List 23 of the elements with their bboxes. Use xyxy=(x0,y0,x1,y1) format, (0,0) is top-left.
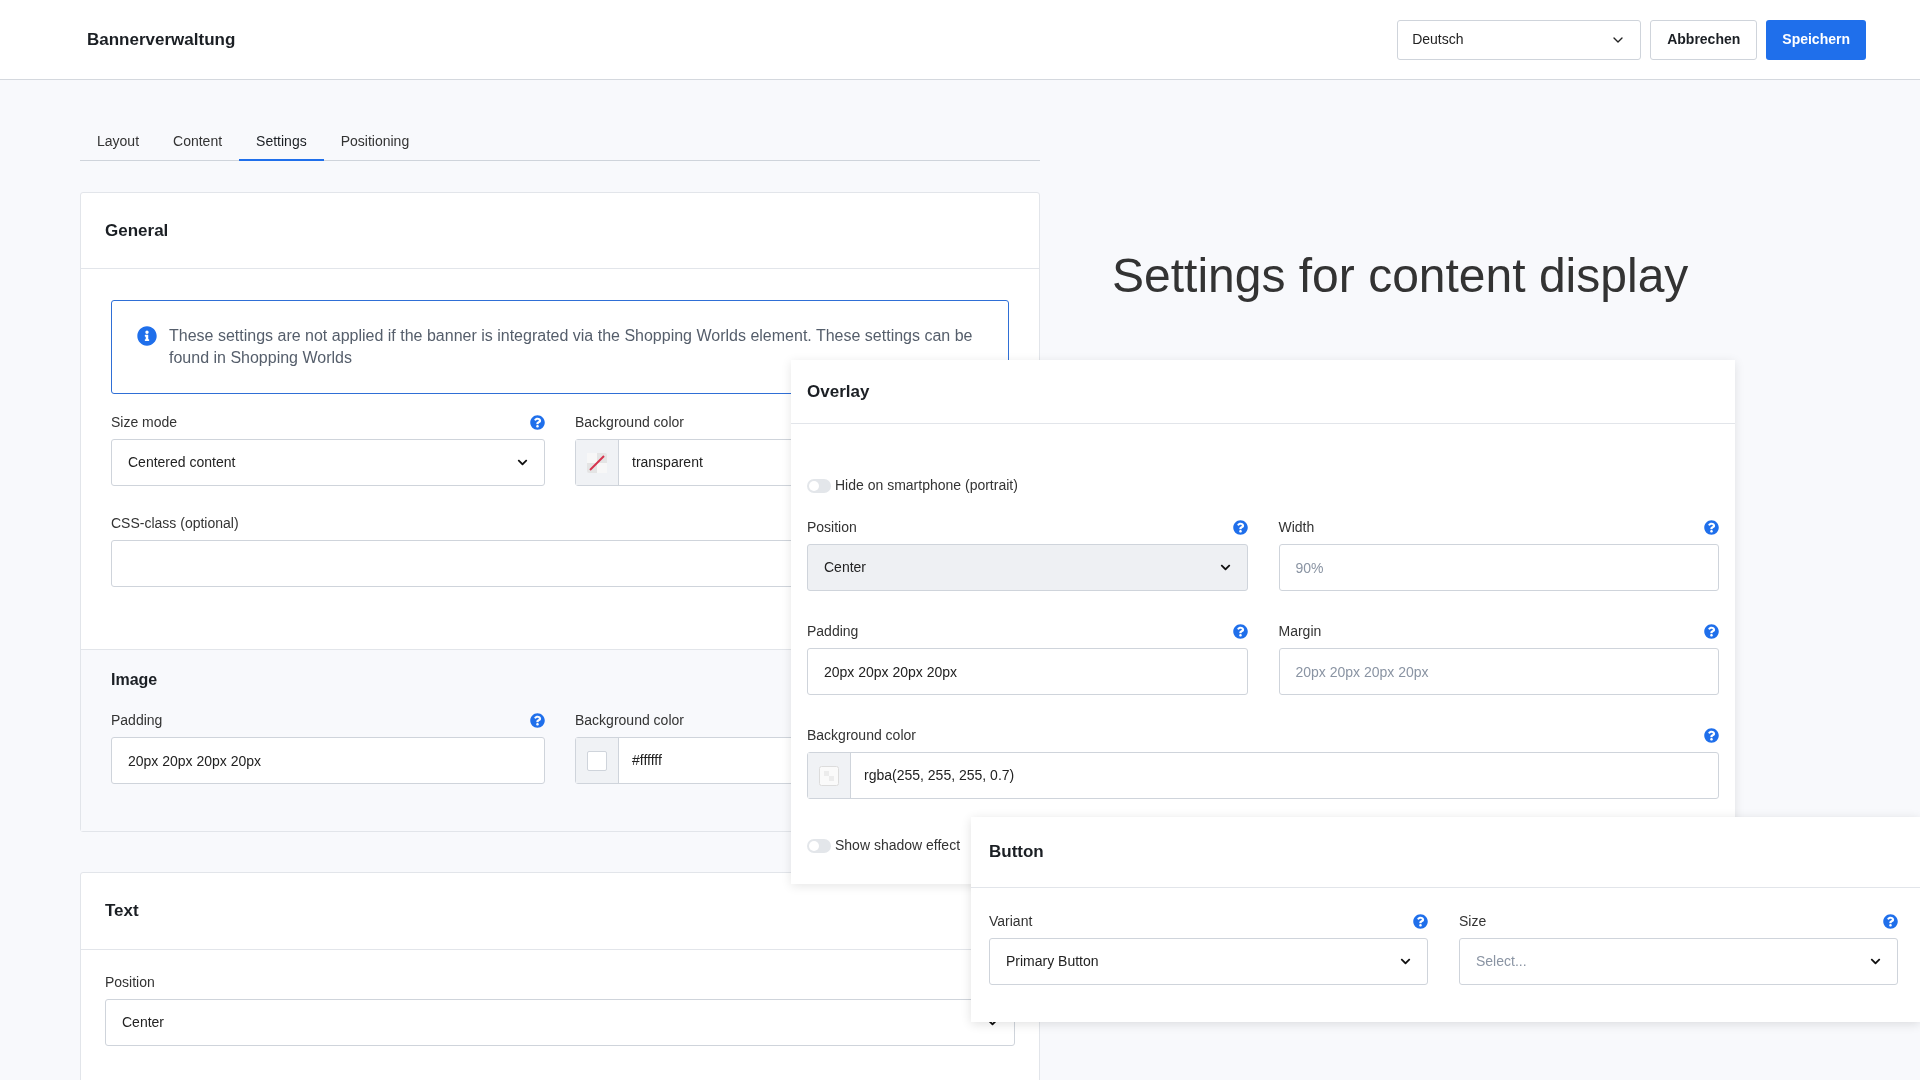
toggle-label: Show shadow effect xyxy=(835,836,961,855)
field-label: Padding xyxy=(111,710,163,730)
field-label: Position xyxy=(807,517,857,537)
field-label: Margin xyxy=(1278,621,1322,641)
section-title: Text xyxy=(105,900,139,923)
toggle-label: Hide on smartphone (portrait) xyxy=(835,476,1018,495)
page-heading: Settings for content display xyxy=(1112,248,1689,304)
field-label: Position xyxy=(105,972,155,992)
field-label: Variant xyxy=(989,911,1033,931)
section-title: Image xyxy=(111,671,158,688)
field-label: Size xyxy=(1459,911,1487,931)
field-label: CSS-class (optional) xyxy=(111,513,239,533)
field-label: Padding xyxy=(807,621,859,641)
field-label: Size mode xyxy=(111,412,178,432)
field-label: Width xyxy=(1278,517,1315,537)
section-title: General xyxy=(105,219,169,242)
page-title: Bannerverwaltung xyxy=(87,28,236,51)
section-title: Overlay xyxy=(807,380,870,403)
section-title: Button xyxy=(989,841,1044,864)
info-text: These settings are not applied if the banner is integrated via the Shopping Worlds element. These settings can be found in Shopping Worlds xyxy=(169,326,974,368)
field-label: Background color xyxy=(575,412,684,432)
field-label: Background color xyxy=(807,725,916,745)
field-label: Background color xyxy=(575,710,684,730)
